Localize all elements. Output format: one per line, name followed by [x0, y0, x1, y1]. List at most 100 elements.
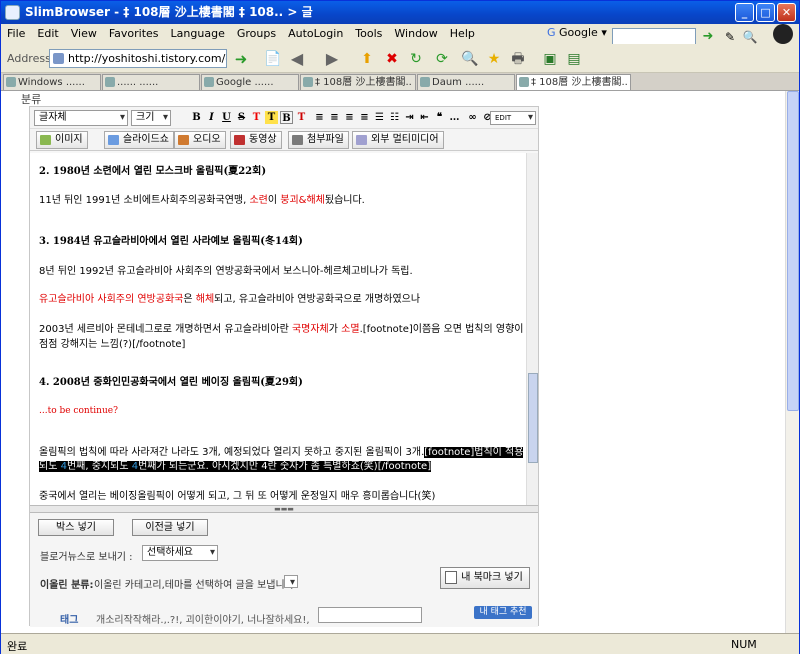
to-be-continued: ...to be continue?	[39, 406, 118, 416]
tab-3[interactable]: Google ......	[201, 74, 299, 90]
editor-scrollbar[interactable]	[526, 153, 538, 505]
attachment-icon	[292, 135, 303, 145]
indent-icon[interactable]: ⇥	[403, 111, 416, 124]
paragraph-5: 2003년 세르비아 몬테네그로로 개명하면서 유고슬라비아란 국명자체가 소멸…	[39, 324, 524, 335]
font-family-select[interactable]: 글자체	[34, 110, 128, 126]
eolin-text: 이올린 카테고리,테마를 선택하여 글을 보냅니다	[94, 580, 294, 591]
box-icon[interactable]: B	[280, 111, 293, 124]
more-icon[interactable]: …	[448, 111, 461, 124]
post-options-panel: 박스 넣기 이전글 넣기 블로거뉴스로 보내기 : 선택하세요 이올린 분류: …	[30, 513, 538, 627]
align-right-icon[interactable]: ≡	[343, 111, 356, 124]
paragraph-2: 11년 뒤인 1991년 소비에트사회주의공화국연맹, 소련이 붕괴&해체됬습니…	[39, 195, 365, 206]
editor-resize-handle[interactable]: ▬▬▬	[30, 505, 538, 513]
minimize-button[interactable]: _	[735, 3, 754, 22]
post-body-editor[interactable]: 2. 1980년 소련에서 열린 모스크바 올림픽(夏22회) 11년 뒤인 1…	[30, 153, 526, 505]
post-editor: 글자체 크기 B I U S T T B T ≡ ≡ ≡ ≡ ☰ ☷ ⇥ ⇤ ❝…	[29, 106, 539, 627]
tab-1[interactable]: Windows ......	[3, 74, 101, 90]
eolin-label: 이올린 분류:	[40, 580, 94, 591]
menu-file[interactable]: File	[1, 24, 31, 40]
status-bar: 완료 NUM	[1, 633, 799, 654]
menu-language[interactable]: Language	[165, 24, 231, 40]
menu-groups[interactable]: Groups	[231, 24, 282, 40]
address-input[interactable]: http://yoshitoshi.tistory.com/owner	[49, 49, 227, 68]
video-icon	[234, 135, 245, 145]
edit-mode-select[interactable]: EDIT	[490, 111, 536, 125]
link-icon[interactable]: ∞	[466, 111, 479, 124]
slideshow-button[interactable]: 슬라이드쇼	[104, 131, 174, 149]
go-icon[interactable]: ➜	[230, 48, 252, 70]
menu-help[interactable]: Help	[444, 24, 481, 40]
maximize-button[interactable]: □	[756, 3, 775, 22]
page-scrollbar[interactable]	[785, 91, 799, 633]
heading-4: 4. 2008년 중화인민공화국에서 열린 베이징 올림픽(夏29회)	[39, 377, 303, 388]
outdent-icon[interactable]: ⇤	[418, 111, 431, 124]
paragraph-6-cont: 되도 4번째, 중지되도 4번째가 되는군요. 아시겠지만 4란 숫자가 좀 특…	[39, 461, 432, 472]
forward-icon[interactable]: ▶	[321, 48, 343, 70]
tab-favicon	[204, 77, 214, 87]
strike-icon[interactable]: S	[235, 111, 248, 124]
address-label: Address	[7, 52, 51, 65]
audio-button[interactable]: 오디오	[174, 131, 226, 149]
slideshow-icon	[108, 135, 119, 145]
popup-blocker-icon[interactable]: ▣	[539, 48, 561, 70]
refresh-icon[interactable]: ↻	[405, 48, 427, 70]
home-icon[interactable]: ⬆	[356, 48, 378, 70]
video-button[interactable]: 동영상	[230, 131, 282, 149]
heading-3: 3. 1984년 유고슬라비아에서 열린 사라예보 올림픽(冬14회)	[39, 236, 303, 247]
tab-favicon	[519, 77, 529, 87]
bookmark-button[interactable]: 내 북마크 넣기	[440, 567, 530, 589]
tag-input[interactable]	[318, 607, 422, 623]
bloggernews-select[interactable]: 선택하세요	[142, 545, 218, 561]
new-page-icon[interactable]: 📄	[262, 48, 284, 70]
page-content: 분류 글자체 크기 B I U S T T B T ≡ ≡ ≡ ≡ ☰ ☷ ⇥ …	[1, 91, 785, 633]
quote-icon[interactable]: ❝	[433, 111, 446, 124]
address-toolbar: Address http://yoshitoshi.tistory.com/ow…	[1, 44, 799, 73]
align-center-icon[interactable]: ≡	[328, 111, 341, 124]
media-toolbar: 이미지 슬라이드쇼 오디오 동영상 첨부파일 외부 멀티미디어	[30, 129, 538, 151]
tab-favicon	[6, 77, 16, 87]
attachment-button[interactable]: 첨부파일	[288, 131, 349, 149]
image-button[interactable]: 이미지	[36, 131, 88, 149]
window-title: SlimBrowser - ‡ 108層 沙上樓書閣 ‡ 108.. > 글	[25, 5, 313, 19]
menu-edit[interactable]: Edit	[31, 24, 64, 40]
italic-icon[interactable]: I	[205, 111, 218, 124]
external-media-icon	[356, 135, 367, 145]
bold-icon[interactable]: B	[190, 111, 203, 124]
prev-post-insert-button[interactable]: 이전글 넣기	[132, 519, 208, 536]
screenshot-icon[interactable]: ▤	[563, 48, 585, 70]
font-size-select[interactable]: 크기	[131, 110, 171, 126]
tab-5[interactable]: Daum ......	[417, 74, 515, 90]
menu-autologin[interactable]: AutoLogin	[282, 24, 349, 40]
editor-scroll-thumb[interactable]	[528, 373, 538, 463]
favorites-icon[interactable]: ★	[483, 48, 505, 70]
tag-label: 태그	[60, 615, 79, 626]
stop-icon[interactable]: ✖	[381, 48, 403, 70]
bullet-list-icon[interactable]: ☰	[373, 111, 386, 124]
print-icon[interactable]: 🖶	[507, 48, 529, 70]
back-icon[interactable]: ◀	[286, 48, 308, 70]
tab-favicon	[105, 77, 115, 87]
search-icon[interactable]: 🔍	[459, 48, 481, 70]
tab-4[interactable]: ‡ 108層 沙上樓書閣..	[300, 74, 416, 90]
menu-tools[interactable]: Tools	[349, 24, 388, 40]
eolin-select[interactable]	[284, 575, 298, 590]
menu-view[interactable]: View	[65, 24, 103, 40]
tag-recommend-button[interactable]: 내 태그 추천	[474, 606, 532, 619]
align-left-icon[interactable]: ≡	[313, 111, 326, 124]
external-media-button[interactable]: 외부 멀티미디어	[352, 131, 444, 149]
tab-2[interactable]: ...... ......	[102, 74, 200, 90]
tab-active[interactable]: ‡ 108層 沙上樓書閣..	[516, 74, 631, 90]
underline-icon[interactable]: U	[220, 111, 233, 124]
menu-favorites[interactable]: Favorites	[103, 24, 165, 40]
menu-window[interactable]: Window	[388, 24, 443, 40]
refresh-all-icon[interactable]: ⟳	[431, 48, 453, 70]
clear-format-icon[interactable]: T	[295, 111, 308, 124]
justify-icon[interactable]: ≡	[358, 111, 371, 124]
page-scroll-thumb[interactable]	[787, 91, 799, 411]
text-color-icon[interactable]: T	[250, 111, 263, 124]
highlight-color-icon[interactable]: T	[265, 111, 278, 124]
number-list-icon[interactable]: ☷	[388, 111, 401, 124]
search-engine-select[interactable]: G Google ▾	[547, 26, 607, 39]
close-button[interactable]: ✕	[777, 3, 796, 22]
box-insert-button[interactable]: 박스 넣기	[38, 519, 114, 536]
